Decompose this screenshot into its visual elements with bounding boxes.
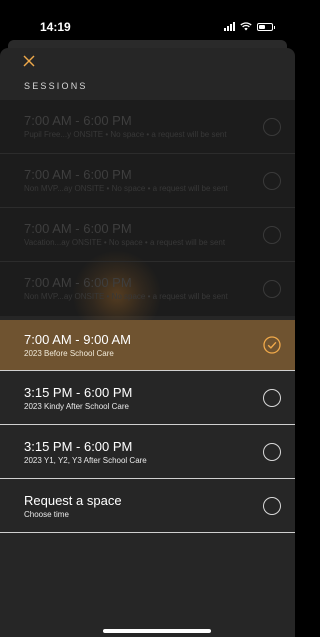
status-bar: 14:19 xyxy=(0,0,295,44)
request-space-label: Request a space xyxy=(24,493,122,508)
session-time: 7:00 AM - 6:00 PM xyxy=(24,275,132,290)
session-time: 3:15 PM - 6:00 PM xyxy=(24,439,133,454)
session-row: 7:00 AM - 6:00 PM Non MVP...ay ONSITE • … xyxy=(0,262,295,316)
session-subtitle: Vacation...ay ONSITE • No space • a requ… xyxy=(24,238,226,247)
battery-icon xyxy=(257,22,275,31)
request-space-subtitle: Choose time xyxy=(24,510,69,519)
radio-icon xyxy=(263,172,281,190)
session-time: 7:00 AM - 6:00 PM xyxy=(24,167,132,182)
session-subtitle: 2023 Kindy After School Care xyxy=(24,402,129,411)
session-subtitle: Non MVP...ay ONSITE • No space • a reque… xyxy=(24,292,228,301)
radio-icon xyxy=(263,389,281,407)
checkmark-icon xyxy=(263,336,281,354)
radio-icon xyxy=(263,280,281,298)
session-row[interactable]: 3:15 PM - 6:00 PM 2023 Kindy After Schoo… xyxy=(0,371,295,425)
session-time: 3:15 PM - 6:00 PM xyxy=(24,385,133,400)
session-subtitle: Non MVP...ay ONSITE • No space • a reque… xyxy=(24,184,228,193)
session-row-selected[interactable]: 7:00 AM - 9:00 AM 2023 Before School Car… xyxy=(0,320,295,371)
radio-icon xyxy=(263,226,281,244)
session-time: 7:00 AM - 6:00 PM xyxy=(24,221,132,236)
radio-icon xyxy=(263,118,281,136)
radio-icon xyxy=(263,497,281,515)
close-icon[interactable] xyxy=(22,54,36,68)
wifi-icon xyxy=(240,22,252,31)
session-row: 7:00 AM - 6:00 PM Non MVP...ay ONSITE • … xyxy=(0,154,295,208)
divider xyxy=(0,532,295,533)
signal-icon xyxy=(224,22,235,31)
status-time: 14:19 xyxy=(40,20,71,34)
request-space-row[interactable]: Request a space Choose time xyxy=(0,479,295,533)
session-time: 7:00 AM - 9:00 AM xyxy=(24,332,131,347)
page-title: SESSIONS xyxy=(24,81,88,91)
session-row: 7:00 AM - 6:00 PM Vacation...ay ONSITE •… xyxy=(0,208,295,262)
session-subtitle: 2023 Y1, Y2, Y3 After School Care xyxy=(24,456,147,465)
session-time: 7:00 AM - 6:00 PM xyxy=(24,113,132,128)
radio-icon xyxy=(263,443,281,461)
home-indicator xyxy=(103,629,211,633)
session-row: 7:00 AM - 6:00 PM Pupil Free...y ONSITE … xyxy=(0,100,295,154)
status-icons xyxy=(224,22,275,31)
session-subtitle: Pupil Free...y ONSITE • No space • a req… xyxy=(24,130,227,139)
session-row[interactable]: 3:15 PM - 6:00 PM 2023 Y1, Y2, Y3 After … xyxy=(0,425,295,479)
sessions-sheet: SESSIONS 7:00 AM - 6:00 PM Pupil Free...… xyxy=(0,48,295,637)
session-subtitle: 2023 Before School Care xyxy=(24,349,114,358)
